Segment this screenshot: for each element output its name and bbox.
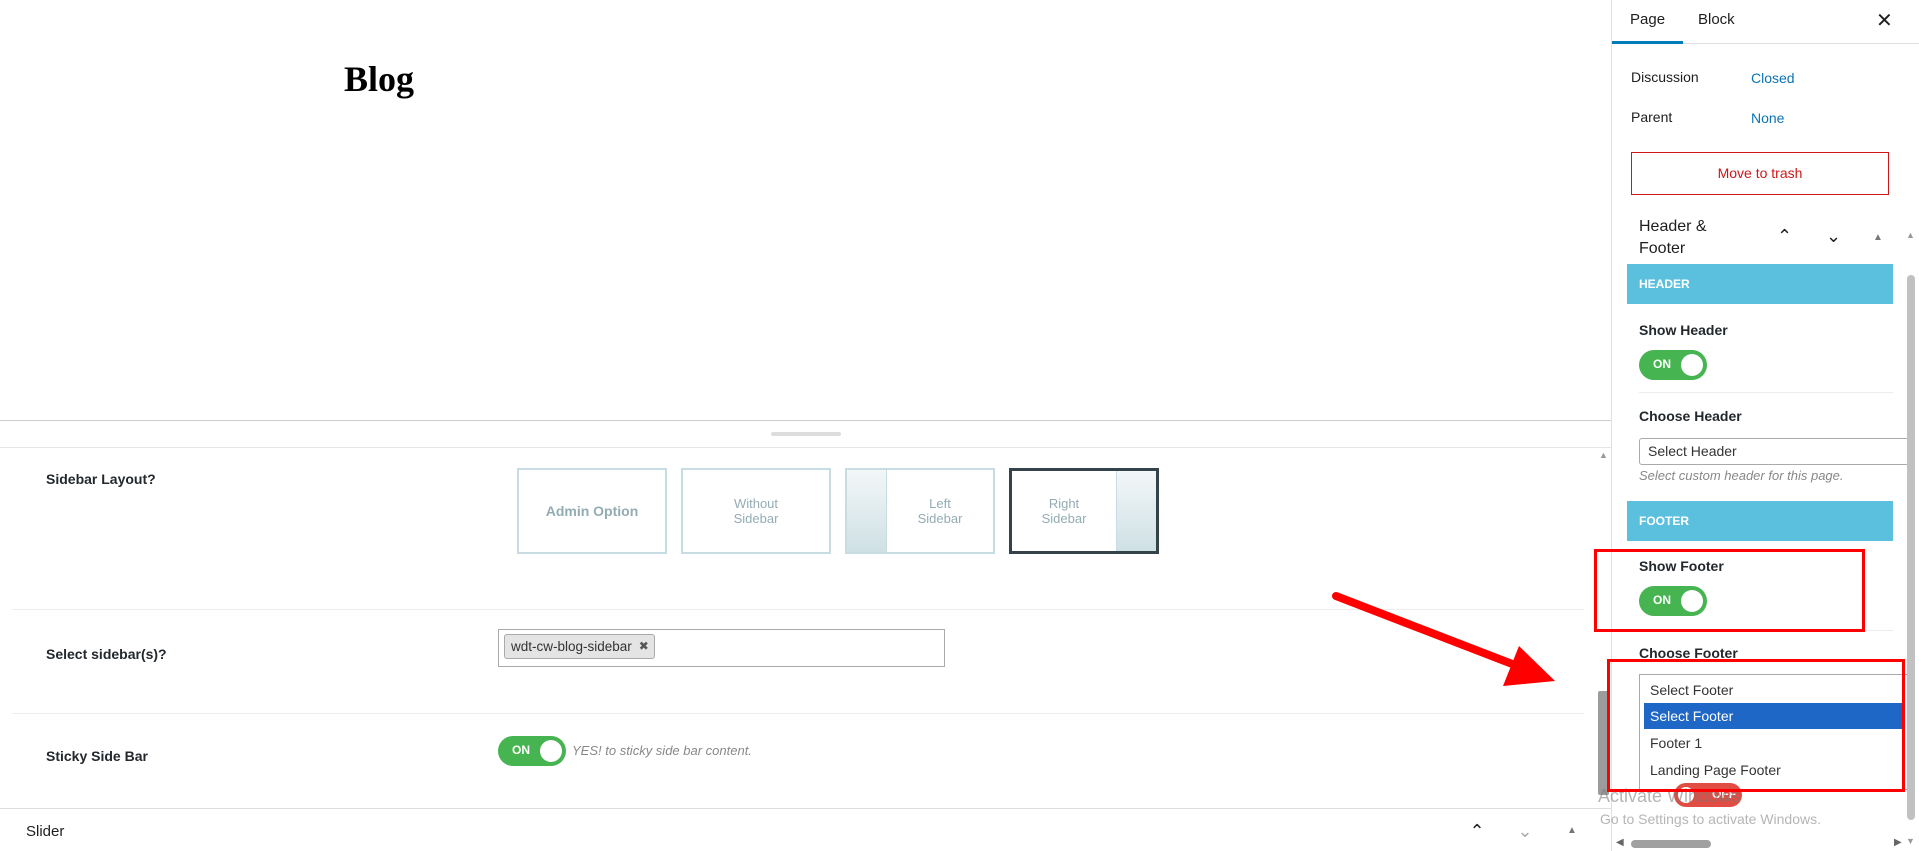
sidebar-layout-label: Sidebar Layout?: [46, 471, 156, 487]
choose-header-select[interactable]: Select Header: [1639, 438, 1909, 465]
choose-header-label: Choose Header: [1639, 408, 1742, 424]
sidebar-layout-row: Sidebar Layout? Admin Option Without Sid…: [12, 448, 1584, 610]
scroll-up-icon[interactable]: ▲: [1906, 230, 1915, 240]
editor-canvas: Blog Sidebar Layout? Admin Option Withou…: [0, 0, 1611, 851]
choose-header-help: Select custom header for this page.: [1639, 468, 1844, 483]
footer-section-bar: FOOTER: [1627, 501, 1893, 541]
sidebar-scrollbar[interactable]: ▲ ▼: [1903, 0, 1919, 851]
resize-handle[interactable]: [771, 432, 841, 436]
slider-panel-header[interactable]: Slider ⌃ ⌄ ▲: [0, 808, 1611, 851]
toggle-knob: [540, 740, 562, 762]
triangle-up-icon[interactable]: ▲: [1560, 819, 1584, 843]
toggle-text: ON: [512, 743, 530, 757]
post-title[interactable]: Blog: [344, 58, 414, 100]
layout-option-label: Right Sidebar: [1041, 496, 1087, 526]
meta-resize-bar[interactable]: [0, 420, 1611, 448]
sticky-sidebar-hint: YES! to sticky side bar content.: [572, 743, 752, 758]
header-section-bar: HEADER: [1627, 264, 1893, 304]
scroll-thumb[interactable]: [1907, 275, 1915, 820]
toggle-text: ON: [1653, 357, 1671, 371]
show-header-label: Show Header: [1639, 322, 1728, 338]
tab-block[interactable]: Block: [1698, 0, 1735, 44]
scroll-left-icon[interactable]: ◀: [1616, 837, 1624, 848]
triangle-up-icon[interactable]: ▲: [1873, 232, 1883, 243]
show-header-toggle[interactable]: ON: [1639, 350, 1707, 380]
layout-option-right-sidebar[interactable]: Right Sidebar: [1009, 468, 1159, 554]
tab-page[interactable]: Page: [1612, 0, 1684, 44]
annotation-box-show-footer: [1594, 549, 1865, 632]
sidebar-tag-label: wdt-cw-blog-sidebar: [511, 639, 632, 654]
chevron-up-icon[interactable]: ⌃: [1465, 819, 1489, 843]
layout-option-label: Without Sidebar: [733, 496, 779, 526]
close-icon[interactable]: ✕: [1876, 8, 1893, 33]
activate-windows-subtitle: Go to Settings to activate Windows.: [1600, 811, 1821, 827]
layout-option-admin[interactable]: Admin Option: [517, 468, 667, 554]
sidebar-multiselect[interactable]: wdt-cw-blog-sidebar ✖: [498, 629, 945, 667]
sticky-sidebar-row: Sticky Side Bar: [12, 714, 1584, 808]
sidebar-tag: wdt-cw-blog-sidebar ✖: [504, 634, 655, 659]
chevron-up-icon[interactable]: ⌃: [1777, 226, 1792, 247]
meta-boxes-area: Sidebar Layout? Admin Option Without Sid…: [0, 448, 1611, 808]
sidebar-layout-options: Admin Option Without Sidebar Left Sideba…: [517, 468, 1159, 554]
slider-panel-title: Slider: [26, 823, 65, 840]
toggle-knob: [1681, 354, 1703, 376]
layout-option-without-sidebar[interactable]: Without Sidebar: [681, 468, 831, 554]
scroll-right-icon[interactable]: ▶: [1894, 837, 1902, 848]
move-to-trash-button[interactable]: Move to trash: [1631, 152, 1889, 195]
sticky-sidebar-label: Sticky Side Bar: [46, 748, 148, 764]
chevron-down-icon[interactable]: ⌄: [1513, 819, 1537, 843]
sidebar-preview-block: [1116, 471, 1156, 551]
sidebar-preview-block: [847, 470, 887, 552]
layout-option-left-sidebar[interactable]: Left Sidebar: [845, 468, 995, 554]
chevron-down-icon[interactable]: ⌄: [1826, 226, 1841, 247]
layout-option-label: Left Sidebar: [917, 496, 963, 526]
scroll-down-icon[interactable]: ▼: [1906, 836, 1915, 846]
annotation-box-choose-footer: [1607, 659, 1905, 792]
divider: [1639, 392, 1893, 393]
discussion-label: Discussion: [1631, 69, 1699, 85]
select-sidebar-label: Select sidebar(s)?: [46, 646, 167, 662]
header-footer-panel-title[interactable]: Header & Footer: [1639, 216, 1729, 260]
discussion-link[interactable]: Closed: [1751, 70, 1795, 86]
sidebar-horizontal-scrollbar[interactable]: ◀ ▶: [1611, 837, 1903, 851]
scroll-thumb[interactable]: [1631, 840, 1711, 848]
parent-link[interactable]: None: [1751, 110, 1784, 126]
layout-option-label: Admin Option: [545, 502, 639, 519]
sidebar-tabs: Page Block ✕: [1612, 0, 1919, 44]
sticky-sidebar-toggle[interactable]: ON: [498, 736, 566, 766]
remove-tag-icon[interactable]: ✖: [639, 635, 649, 658]
parent-label: Parent: [1631, 109, 1673, 125]
scroll-up-icon[interactable]: ▲: [1599, 450, 1608, 460]
screen: Blog Sidebar Layout? Admin Option Withou…: [0, 0, 1919, 851]
